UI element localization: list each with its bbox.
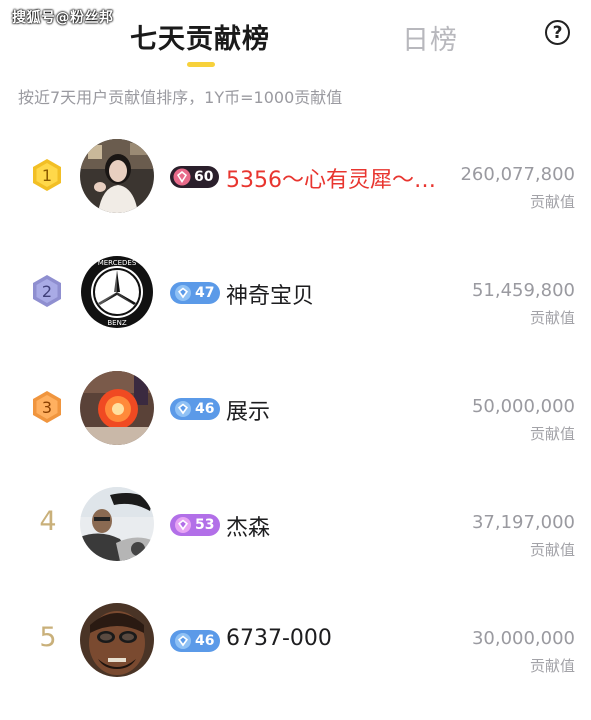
avatar[interactable] — [80, 371, 154, 445]
tab-bar: 七天贡献榜 日榜 ? — [0, 0, 591, 70]
score-unit: 贡献值 — [529, 193, 575, 211]
score-unit: 贡献值 — [529, 425, 575, 443]
avatar[interactable]: MERCEDES BENZ — [80, 255, 154, 329]
user-name[interactable]: 6737-000 — [226, 626, 332, 651]
level-gem-icon — [175, 285, 191, 301]
user-name[interactable]: 5356～心有灵犀～… — [226, 162, 436, 194]
level-badge: 46 — [170, 398, 221, 420]
contribution-score: 37,197,000 — [471, 512, 575, 533]
level-badge: 60 — [170, 166, 220, 188]
level-badge: 46 — [170, 630, 221, 652]
list-item[interactable]: 1 60 5356～心有灵犀～… 260,077,800 贡献值 — [0, 120, 591, 230]
ranking-description: 按近7天用户贡献值排序，1Y币=1000贡献值 — [18, 88, 343, 107]
help-button[interactable]: ? — [545, 20, 570, 45]
contribution-score: 51,459,800 — [471, 280, 575, 301]
silver-medal-icon: 2 — [31, 274, 63, 308]
list-item[interactable]: 4 53 杰森 37,197,000 贡献值 — [0, 468, 591, 578]
score-unit: 贡献值 — [529, 657, 575, 675]
avatar[interactable] — [80, 603, 154, 677]
level-gem-icon — [173, 168, 191, 186]
level-gem-icon — [175, 633, 191, 649]
level-number: 60 — [194, 169, 214, 185]
contribution-score: 260,077,800 — [460, 164, 575, 185]
contribution-score: 50,000,000 — [471, 396, 575, 417]
rank-number: 3 — [42, 398, 52, 417]
level-number: 47 — [195, 285, 215, 301]
level-number: 46 — [195, 633, 215, 649]
svg-text:MERCEDES: MERCEDES — [98, 259, 137, 267]
level-badge: 53 — [170, 514, 221, 536]
tab-active-indicator — [187, 62, 215, 67]
rank-number: 1 — [42, 166, 52, 185]
level-gem-icon — [175, 517, 191, 533]
gold-medal-icon: 1 — [31, 158, 63, 192]
avatar[interactable] — [80, 487, 154, 561]
svg-text:BENZ: BENZ — [107, 319, 126, 327]
level-badge: 47 — [170, 282, 221, 304]
user-name[interactable]: 神奇宝贝 — [226, 278, 314, 310]
avatar[interactable] — [80, 139, 154, 213]
level-number: 53 — [195, 517, 215, 533]
score-unit: 贡献值 — [529, 541, 575, 559]
score-unit: 贡献值 — [529, 309, 575, 327]
bronze-medal-icon: 3 — [31, 390, 63, 424]
rank-number: 2 — [42, 282, 52, 301]
level-number: 46 — [195, 401, 215, 417]
user-name[interactable]: 杰森 — [226, 510, 270, 542]
tab-daily[interactable]: 日榜 — [402, 18, 458, 57]
question-icon: ? — [552, 22, 563, 43]
user-name[interactable]: 展示 — [226, 394, 270, 426]
rank-number: 4 — [39, 506, 57, 537]
list-item[interactable]: 3 46 展示 50,000,000 贡献值 — [0, 352, 591, 462]
level-gem-icon — [175, 401, 191, 417]
rank-number: 5 — [39, 622, 57, 653]
list-item[interactable]: 5 46 6737-000 30,000,000 贡献值 — [0, 584, 591, 694]
tab-seven-day[interactable]: 七天贡献榜 — [130, 17, 270, 56]
list-item[interactable]: 2 MERCEDES BENZ 47 神奇宝贝 51,459,800 贡献值 — [0, 236, 591, 346]
contribution-score: 30,000,000 — [471, 628, 575, 649]
